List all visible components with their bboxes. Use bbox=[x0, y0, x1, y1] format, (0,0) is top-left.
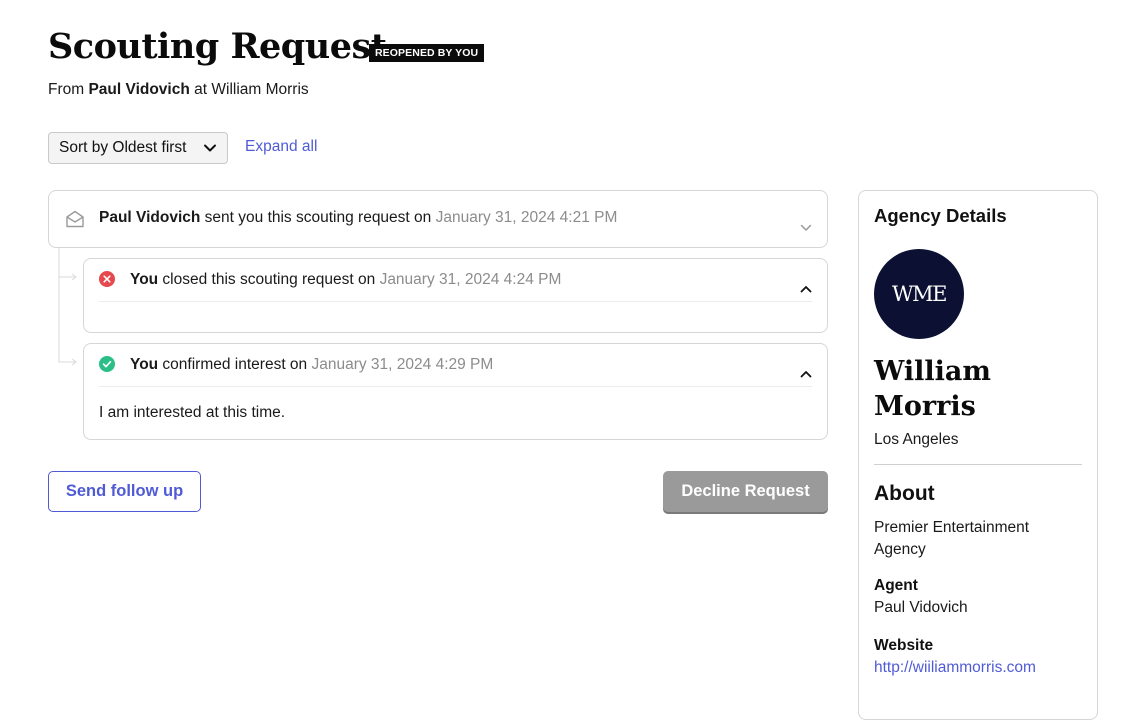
close-circle-icon bbox=[99, 271, 115, 287]
sort-dropdown[interactable]: Sort by Oldest first bbox=[48, 132, 228, 164]
thread-connector bbox=[58, 248, 77, 366]
card-divider bbox=[99, 386, 812, 387]
about-heading: About bbox=[874, 482, 935, 505]
timeline-actor: You bbox=[130, 271, 159, 288]
timeline-action: closed this scouting request on bbox=[158, 271, 380, 288]
page-subtitle: From Paul Vidovich at William Morris bbox=[48, 81, 309, 99]
agency-city: Los Angeles bbox=[874, 431, 959, 448]
divider bbox=[874, 464, 1082, 465]
about-text: Premier Entertainment Agency bbox=[874, 519, 1030, 558]
timeline-date: January 31, 2024 4:21 PM bbox=[435, 209, 618, 226]
subtitle-at: at bbox=[189, 81, 212, 98]
agency-name: William Morris bbox=[874, 356, 991, 422]
website-label: Website bbox=[874, 637, 934, 654]
timeline-message: I am interested at this time. bbox=[99, 404, 286, 421]
check-circle-icon bbox=[99, 356, 115, 372]
subtitle-sender: Paul Vidovich bbox=[88, 81, 190, 98]
timeline-date: January 31, 2024 4:24 PM bbox=[379, 271, 562, 288]
timeline-text: You confirmed interest on January 31, 20… bbox=[130, 356, 493, 374]
agent-name: Paul Vidovich bbox=[874, 599, 968, 616]
timeline-text: You closed this scouting request on Janu… bbox=[130, 271, 561, 289]
subtitle-agency: William Morris bbox=[211, 81, 309, 98]
sort-dropdown-label: Sort by Oldest first bbox=[59, 139, 187, 156]
status-badge: REOPENED BY YOU bbox=[369, 44, 485, 62]
page-title: Scouting Request bbox=[48, 26, 387, 67]
decline-request-button[interactable]: Decline Request bbox=[663, 471, 828, 512]
agency-details-panel: Agency Details WME William Morris Los An… bbox=[858, 190, 1098, 720]
timeline-item-closed[interactable]: You closed this scouting request on Janu… bbox=[83, 258, 828, 333]
chevron-down-icon bbox=[204, 144, 216, 152]
subtitle-from: From bbox=[48, 81, 89, 98]
timeline-item-confirmed[interactable]: You confirmed interest on January 31, 20… bbox=[83, 343, 828, 440]
timeline-action: confirmed interest on bbox=[158, 356, 312, 373]
chevron-up-icon[interactable] bbox=[799, 282, 813, 296]
expand-all-link[interactable]: Expand all bbox=[245, 138, 317, 156]
card-divider bbox=[99, 301, 812, 302]
timeline-text: Paul Vidovich sent you this scouting req… bbox=[99, 209, 617, 227]
chevron-down-icon[interactable] bbox=[799, 221, 813, 235]
timeline-actor: Paul Vidovich bbox=[99, 209, 201, 226]
send-follow-up-button[interactable]: Send follow up bbox=[48, 471, 201, 512]
timeline-item-request[interactable]: Paul Vidovich sent you this scouting req… bbox=[48, 190, 828, 248]
chevron-up-icon[interactable] bbox=[799, 367, 813, 381]
agency-logo-text: WME bbox=[892, 282, 947, 306]
website-link[interactable]: http://wiiliammorris.com bbox=[874, 659, 1036, 677]
envelope-open-icon bbox=[66, 210, 84, 228]
timeline-action: sent you this scouting request on bbox=[200, 209, 436, 226]
agency-logo: WME bbox=[874, 249, 964, 339]
timeline-date: January 31, 2024 4:29 PM bbox=[311, 356, 494, 373]
agent-label: Agent bbox=[874, 577, 918, 594]
timeline-actor: You bbox=[130, 356, 159, 373]
agency-details-heading: Agency Details bbox=[874, 205, 1007, 226]
